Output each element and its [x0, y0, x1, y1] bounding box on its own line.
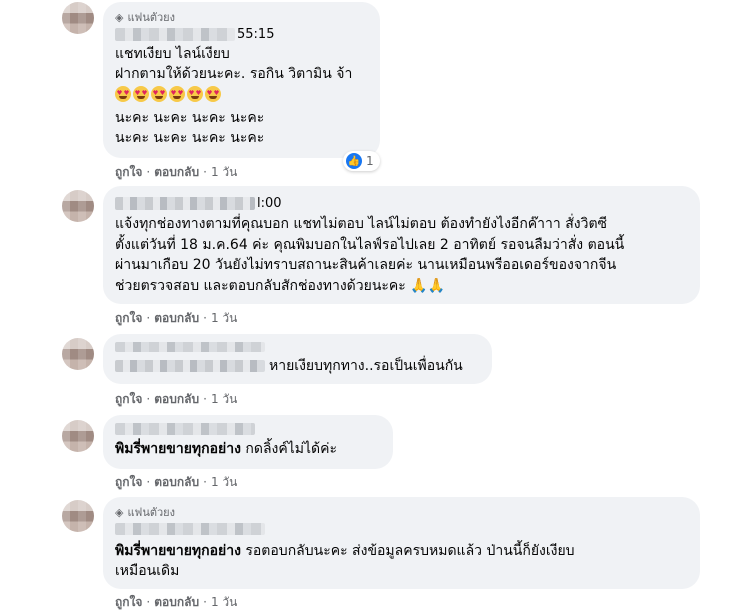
- comment-bubble: l:00 แจ้งทุกช่องทางตามที่คุณบอก แชทไม่ตอ…: [103, 186, 700, 304]
- comment-actions: ถูกใจ · ตอบกลับ · 1 วัน: [115, 310, 237, 326]
- comment-text: พิมรี่พายขายทุกอย่าง กดลิ้งค์ไม่ได้ค่ะ: [115, 441, 338, 457]
- like-button[interactable]: ถูกใจ: [115, 390, 142, 409]
- avatar[interactable]: [62, 190, 94, 222]
- fan-badge: ◈ แฟนตัวยง: [115, 10, 176, 25]
- author-name[interactable]: [115, 196, 255, 210]
- mentioned-user[interactable]: [115, 360, 265, 372]
- like-button[interactable]: ถูกใจ: [115, 163, 142, 182]
- heart-eyes-emoji-icon: [187, 86, 203, 102]
- comment-actions: ถูกใจ · ตอบกลับ · 1 วัน: [115, 391, 237, 407]
- comment-text: พิมรี่พายขายทุกอย่าง รอตอบกลับนะคะ ส่งข้…: [115, 543, 575, 579]
- reply-button[interactable]: ตอบกลับ: [154, 390, 199, 409]
- fan-badge: ◈ แฟนตัวยง: [115, 505, 176, 520]
- diamond-icon: ◈: [115, 505, 124, 519]
- page-tag-link[interactable]: พิมรี่พายขายทุกอย่าง: [115, 441, 241, 457]
- author-name[interactable]: [115, 423, 255, 435]
- heart-eyes-emoji-icon: [151, 86, 167, 102]
- diamond-icon: ◈: [115, 10, 124, 24]
- heart-eyes-emoji-icon: [133, 86, 149, 102]
- like-button[interactable]: ถูกใจ: [115, 473, 142, 492]
- comment-bubble: หายเงียบทุกทาง..รอเป็นเพื่อนกัน: [103, 334, 492, 384]
- author-row: l:00: [115, 194, 688, 212]
- comment-actions: ถูกใจ · ตอบกลับ · 1 วัน: [115, 474, 237, 490]
- comment-text: หายเงียบทุกทาง..รอเป็นเพื่อนกัน: [269, 358, 463, 374]
- praying-hands-icon: 🙏🙏: [410, 277, 446, 294]
- author-name[interactable]: [115, 523, 265, 535]
- author-suffix: 55:15: [237, 26, 275, 42]
- comment-actions: ถูกใจ · ตอบกลับ · 1 วัน: [115, 164, 237, 180]
- reply-button[interactable]: ตอบกลับ: [154, 163, 199, 182]
- reaction-count[interactable]: 👍 1: [343, 151, 380, 171]
- timestamp[interactable]: 1 วัน: [211, 390, 237, 409]
- avatar[interactable]: [62, 420, 94, 452]
- avatar[interactable]: [62, 500, 94, 532]
- comment-bubble: ◈ แฟนตัวยง 55:15 แชทเงียบ ไลน์เงียบ ฝากต…: [103, 2, 380, 158]
- heart-eyes-emoji-icon: [205, 86, 221, 102]
- avatar[interactable]: [62, 2, 94, 34]
- comment-bubble: พิมรี่พายขายทุกอย่าง กดลิ้งค์ไม่ได้ค่ะ: [103, 415, 393, 469]
- comment-actions: ถูกใจ · ตอบกลับ · 1 วัน: [115, 594, 237, 610]
- heart-eyes-emoji-icon: [115, 86, 131, 102]
- timestamp[interactable]: 1 วัน: [211, 309, 237, 328]
- page-tag-link[interactable]: พิมรี่พายขายทุกอย่าง: [115, 543, 241, 559]
- author-row: 55:15: [115, 24, 368, 44]
- like-icon: 👍: [346, 153, 362, 169]
- timestamp[interactable]: 1 วัน: [211, 163, 237, 182]
- like-button[interactable]: ถูกใจ: [115, 309, 142, 328]
- heart-eyes-emoji-icon: [169, 86, 185, 102]
- comment-text: แชทเงียบ ไลน์เงียบ ฝากตามให้ด้วยนะคะ. รอ…: [115, 44, 368, 148]
- reply-button[interactable]: ตอบกลับ: [154, 309, 199, 328]
- emoji-row: [115, 84, 368, 108]
- avatar[interactable]: [62, 338, 94, 370]
- comment-bubble: ◈ แฟนตัวยง พิมรี่พายขายทุกอย่าง รอตอบกลั…: [103, 497, 700, 589]
- author-name[interactable]: [115, 27, 235, 41]
- author-suffix: l:00: [257, 195, 282, 211]
- reply-button[interactable]: ตอบกลับ: [154, 473, 199, 492]
- comment-text: แจ้งทุกช่องทางตามที่คุณบอก แชทไม่ตอบ ไลน…: [115, 216, 625, 294]
- author-name[interactable]: [115, 342, 265, 352]
- timestamp[interactable]: 1 วัน: [211, 473, 237, 492]
